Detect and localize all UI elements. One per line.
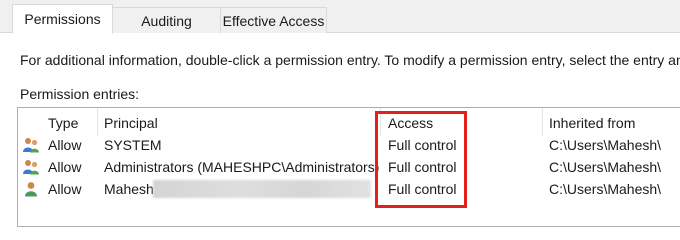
column-header-inherited-from[interactable]: Inherited from: [549, 115, 635, 131]
tab-permissions[interactable]: Permissions: [12, 4, 113, 34]
tab-auditing[interactable]: Auditing: [112, 7, 221, 33]
row-type: Allow: [48, 137, 82, 153]
column-divider[interactable]: [542, 108, 543, 136]
row-inherited-from: C:\Users\Mahesh\: [549, 137, 662, 153]
row-inherited-from: C:\Users\Mahesh\: [549, 181, 662, 197]
info-text: For additional information, double-click…: [20, 52, 680, 68]
column-header-type[interactable]: Type: [48, 115, 78, 131]
users-group-icon: [23, 160, 39, 175]
permission-entries-label: Permission entries:: [20, 86, 140, 102]
row-type: Allow: [48, 159, 82, 175]
user-icon: [25, 182, 37, 197]
row-principal: Administrators (MAHESHPC\Administrators): [104, 159, 380, 175]
row-type: Allow: [48, 181, 82, 197]
column-header-principal[interactable]: Principal: [104, 115, 158, 131]
column-divider[interactable]: [97, 108, 98, 136]
row-principal: Mahesh: [104, 181, 154, 197]
users-group-icon: [23, 138, 39, 153]
row-inherited-from: C:\Users\Mahesh\: [549, 159, 662, 175]
redacted-text: [153, 180, 371, 198]
tab-effective-access[interactable]: Effective Access: [220, 7, 327, 33]
access-column-highlight: [375, 111, 467, 208]
row-principal: SYSTEM: [104, 137, 162, 153]
